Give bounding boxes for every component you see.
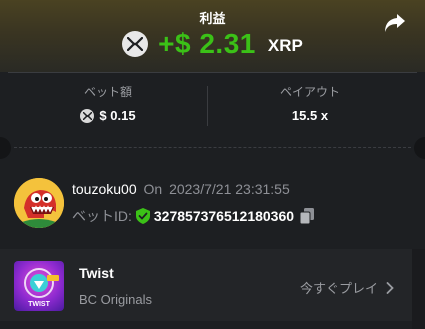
username[interactable]: touzoku00 bbox=[72, 181, 137, 197]
bet-amount-value: $ 0.15 bbox=[99, 108, 136, 123]
share-icon[interactable] bbox=[383, 12, 407, 34]
game-name[interactable]: Twist bbox=[79, 265, 114, 281]
game-thumb-label: TWIST bbox=[28, 301, 50, 308]
stat-separator bbox=[207, 86, 208, 126]
bet-id-label: ベットID: bbox=[72, 208, 132, 224]
payout-value: 15.5 x bbox=[291, 108, 329, 123]
game-card[interactable]: TWIST Twist BC Originals 今すぐプレイ bbox=[0, 249, 412, 321]
xrp-coin-icon bbox=[122, 31, 149, 57]
bet-id: 327857376512180360 bbox=[153, 208, 295, 224]
bet-amount-stat: ベット額 $ 0.15 bbox=[8, 80, 208, 123]
bet-amount-label: ベット額 bbox=[83, 85, 132, 99]
bet-id-line: ベットID: 327857376512180360 bbox=[72, 206, 315, 226]
bet-stats: ベット額 $ 0.15 ペイアウト 15.5 x bbox=[0, 80, 425, 136]
game-provider: BC Originals bbox=[79, 292, 152, 307]
game-thumbnail[interactable]: TWIST bbox=[14, 261, 64, 311]
chevron-right-icon bbox=[386, 281, 394, 294]
bet-amount-value-row: $ 0.15 bbox=[8, 108, 208, 123]
profit-row: +$ 2.31 XRP bbox=[0, 28, 425, 60]
scroll-edge bbox=[412, 249, 425, 329]
payout-label: ペイアウト bbox=[279, 85, 340, 99]
user-info: touzoku00 On 2023/7/21 23:31:55 ベットID: 3… bbox=[14, 174, 414, 234]
xrp-coin-icon bbox=[80, 108, 95, 123]
play-now-label: 今すぐプレイ bbox=[299, 281, 378, 296]
avatar[interactable] bbox=[14, 178, 64, 228]
ticket-cut-line bbox=[14, 147, 411, 148]
profit-label: 利益 bbox=[199, 11, 226, 26]
play-now-button[interactable]: 今すぐプレイ bbox=[300, 278, 394, 297]
user-line: touzoku00 On 2023/7/21 23:31:55 bbox=[72, 181, 290, 197]
payout-stat: ペイアウト 15.5 x bbox=[210, 80, 410, 123]
ticket-notch-left bbox=[0, 137, 11, 159]
ticket-notch-right bbox=[414, 137, 425, 159]
profit-amount: +$ 2.31 bbox=[158, 28, 256, 59]
divider bbox=[8, 72, 417, 73]
bet-timestamp: 2023/7/21 23:31:55 bbox=[169, 181, 290, 197]
profit-currency: XRP bbox=[267, 36, 303, 55]
copy-icon[interactable] bbox=[299, 208, 315, 225]
profit-header: 利益 +$ 2.31 XRP bbox=[0, 0, 425, 72]
on-word: On bbox=[143, 181, 163, 197]
shield-check-icon bbox=[135, 208, 150, 224]
